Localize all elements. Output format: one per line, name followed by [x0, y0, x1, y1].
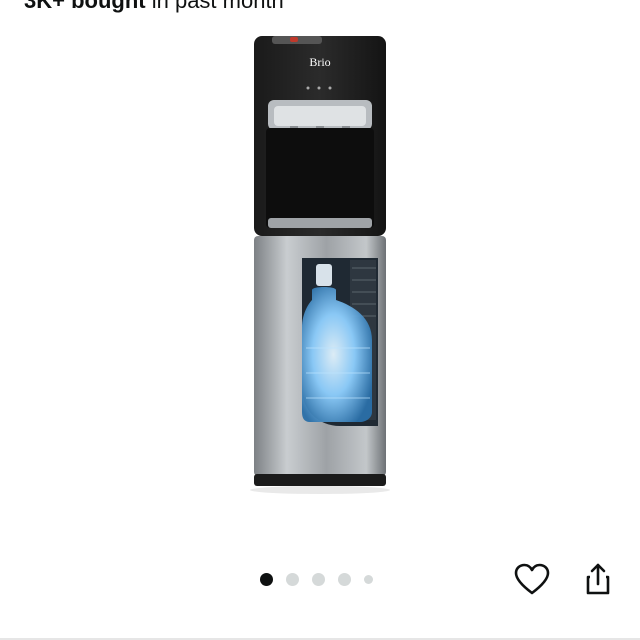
carousel-dot-4[interactable] — [338, 573, 351, 586]
image-carousel-dots[interactable] — [260, 573, 373, 586]
carousel-dot-2[interactable] — [286, 573, 299, 586]
carousel-dot-5[interactable] — [364, 575, 373, 584]
purchase-count-rest: in past month — [145, 0, 284, 13]
purchase-count-text: 3K+ bought in past month — [24, 0, 284, 14]
share-icon — [586, 563, 610, 595]
purchase-count-bold: 3K+ bought — [24, 0, 146, 13]
favorite-button[interactable] — [512, 560, 552, 600]
heart-icon — [514, 563, 550, 595]
product-image-water-dispenser[interactable]: Brio — [220, 28, 420, 498]
share-button[interactable] — [578, 560, 618, 600]
brand-logo: Brio — [309, 55, 330, 69]
carousel-dot-3[interactable] — [312, 573, 325, 586]
carousel-dot-1[interactable] — [260, 573, 273, 586]
